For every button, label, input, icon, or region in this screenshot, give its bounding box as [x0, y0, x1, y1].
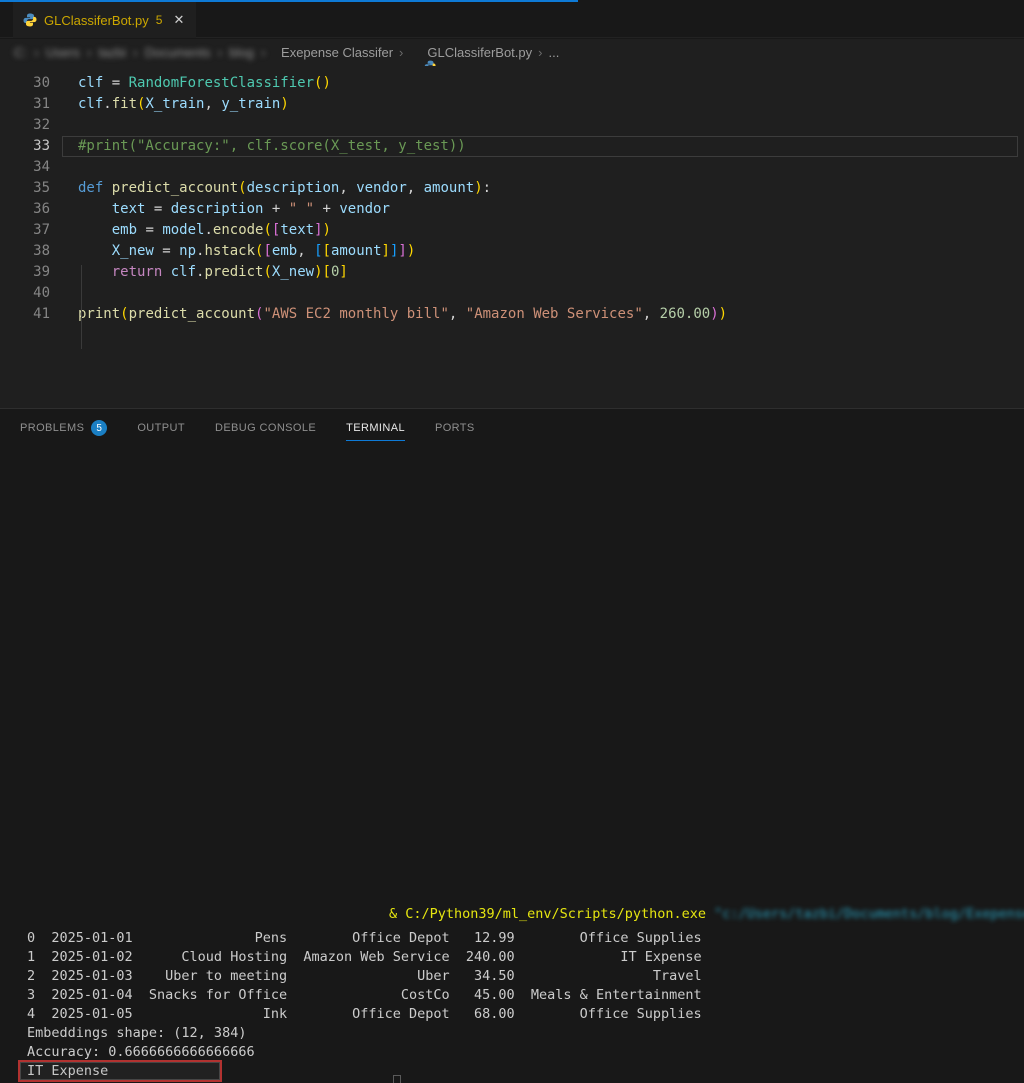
code-text	[50, 115, 78, 136]
close-icon[interactable]: ✕	[173, 12, 184, 28]
code-editor[interactable]: 30clf = RandomForestClassifier()31clf.fi…	[0, 66, 1024, 408]
code-line-33: 33#print("Accuracy:", clf.score(X_test, …	[0, 136, 1024, 157]
terminal-line: IT Expense	[0, 1062, 1024, 1081]
chevron-right-icon: ›	[532, 45, 548, 60]
code-line-39: 39 return clf.predict(X_new)[0]	[0, 262, 1024, 283]
code-text	[50, 283, 78, 304]
line-number: 37	[0, 220, 50, 241]
line-number: 38	[0, 241, 50, 262]
panel-tab-ports[interactable]: PORTS	[435, 409, 475, 447]
python-icon	[412, 46, 425, 59]
code-text	[50, 157, 78, 178]
editor-tab-bar: GLClassiferBot.py 5 ✕	[0, 0, 1024, 38]
panel-tab-terminal[interactable]: TERMINAL	[346, 409, 405, 447]
code-text: clf.fit(X_train, y_train)	[50, 94, 289, 115]
terminal-line: 1 2025-01-02 Cloud Hosting Amazon Web Se…	[0, 948, 1024, 967]
line-number: 32	[0, 115, 50, 136]
tab-filename: GLClassiferBot.py	[44, 13, 149, 28]
terminal-line: & C:/Python39/ml_env/Scripts/python.exe …	[0, 905, 1024, 924]
code-line-38: 38 X_new = np.hstack([emb, [[amount]]])	[0, 241, 1024, 262]
line-number: 34	[0, 157, 50, 178]
line-number: 31	[0, 94, 50, 115]
code-text: X_new = np.hstack([emb, [[amount]]])	[50, 241, 415, 262]
breadcrumb: C: › Users › tazbi › Documents › blog › …	[0, 39, 1024, 66]
code-line-36: 36 text = description + " " + vendor	[0, 199, 1024, 220]
code-line-40: 40	[0, 283, 1024, 304]
breadcrumb-separator	[265, 45, 281, 60]
code-line-32: 32	[0, 115, 1024, 136]
code-line-31: 31clf.fit(X_train, y_train)	[0, 94, 1024, 115]
terminal-line: Embeddings shape: (12, 384)	[0, 1024, 1024, 1043]
code-text: emb = model.encode([text])	[50, 220, 331, 241]
terminal-line: 4 2025-01-05 Ink Office Depot 68.00 Offi…	[0, 1005, 1024, 1024]
problems-count-badge: 5	[91, 420, 107, 436]
python-icon	[23, 13, 37, 27]
panel-tab-label: OUTPUT	[137, 422, 185, 434]
tab-problems-count: 5	[156, 13, 163, 27]
code-line-37: 37 emb = model.encode([text])	[0, 220, 1024, 241]
code-text: text = description + " " + vendor	[50, 199, 390, 220]
terminal-line: Accuracy: 0.6666666666666666	[0, 1043, 1024, 1062]
panel-tab-output[interactable]: OUTPUT	[137, 409, 185, 447]
terminal-cursor	[393, 1075, 401, 1083]
panel-tab-label: PORTS	[435, 422, 475, 434]
bottom-panel: PROBLEMS 5 OUTPUT DEBUG CONSOLE TERMINAL PORT…	[0, 408, 1024, 674]
code-line-41: 41print(predict_account("AWS EC2 monthly…	[0, 304, 1024, 325]
panel-tab-label: TERMINAL	[346, 422, 405, 434]
code-text: #print("Accuracy:", clf.score(X_test, y_…	[50, 136, 466, 157]
code-line-34: 34	[0, 157, 1024, 178]
line-number: 40	[0, 283, 50, 304]
code-line-35: 35def predict_account(description, vendo…	[0, 178, 1024, 199]
panel-tab-label: DEBUG CONSOLE	[215, 422, 316, 434]
breadcrumb-folder[interactable]: Exepense Classifer	[281, 45, 393, 60]
terminal[interactable]: & C:/Python39/ml_env/Scripts/python.exe …	[0, 855, 1024, 1083]
line-number: 39	[0, 262, 50, 283]
code-line-30: 30clf = RandomForestClassifier()	[0, 73, 1024, 94]
code-text: return clf.predict(X_new)[0]	[50, 262, 348, 283]
panel-tab-label: PROBLEMS	[20, 422, 84, 434]
line-number: 35	[0, 178, 50, 199]
terminal-line: 2 2025-01-03 Uber to meeting Uber 34.50 …	[0, 967, 1024, 986]
line-number: 30	[0, 73, 50, 94]
terminal-line: 3 2025-01-04 Snacks for Office CostCo 45…	[0, 986, 1024, 1005]
code-text: print(predict_account("AWS EC2 monthly b…	[50, 304, 727, 325]
chevron-right-icon: ›	[393, 45, 409, 60]
panel-tab-bar: PROBLEMS 5 OUTPUT DEBUG CONSOLE TERMINAL PORT…	[0, 409, 1024, 447]
code-text: def predict_account(description, vendor,…	[50, 178, 491, 199]
line-number: 41	[0, 304, 50, 325]
window-top-accent	[0, 0, 578, 2]
line-number: 36	[0, 199, 50, 220]
breadcrumb-blurred-path[interactable]: C: › Users › tazbi › Documents › blog ›	[14, 45, 265, 60]
tab-glclassiferbot[interactable]: GLClassiferBot.py 5 ✕	[13, 2, 196, 38]
breadcrumb-more[interactable]: ...	[548, 45, 559, 60]
indent-guide	[81, 265, 82, 349]
panel-tab-problems[interactable]: PROBLEMS 5	[20, 409, 107, 447]
terminal-line: 0 2025-01-01 Pens Office Depot 12.99 Off…	[0, 929, 1024, 948]
line-number: 33	[0, 136, 50, 157]
panel-tab-debug-console[interactable]: DEBUG CONSOLE	[215, 409, 316, 447]
breadcrumb-file[interactable]: GLClassiferBot.py	[427, 45, 532, 60]
code-text: clf = RandomForestClassifier()	[50, 73, 331, 94]
